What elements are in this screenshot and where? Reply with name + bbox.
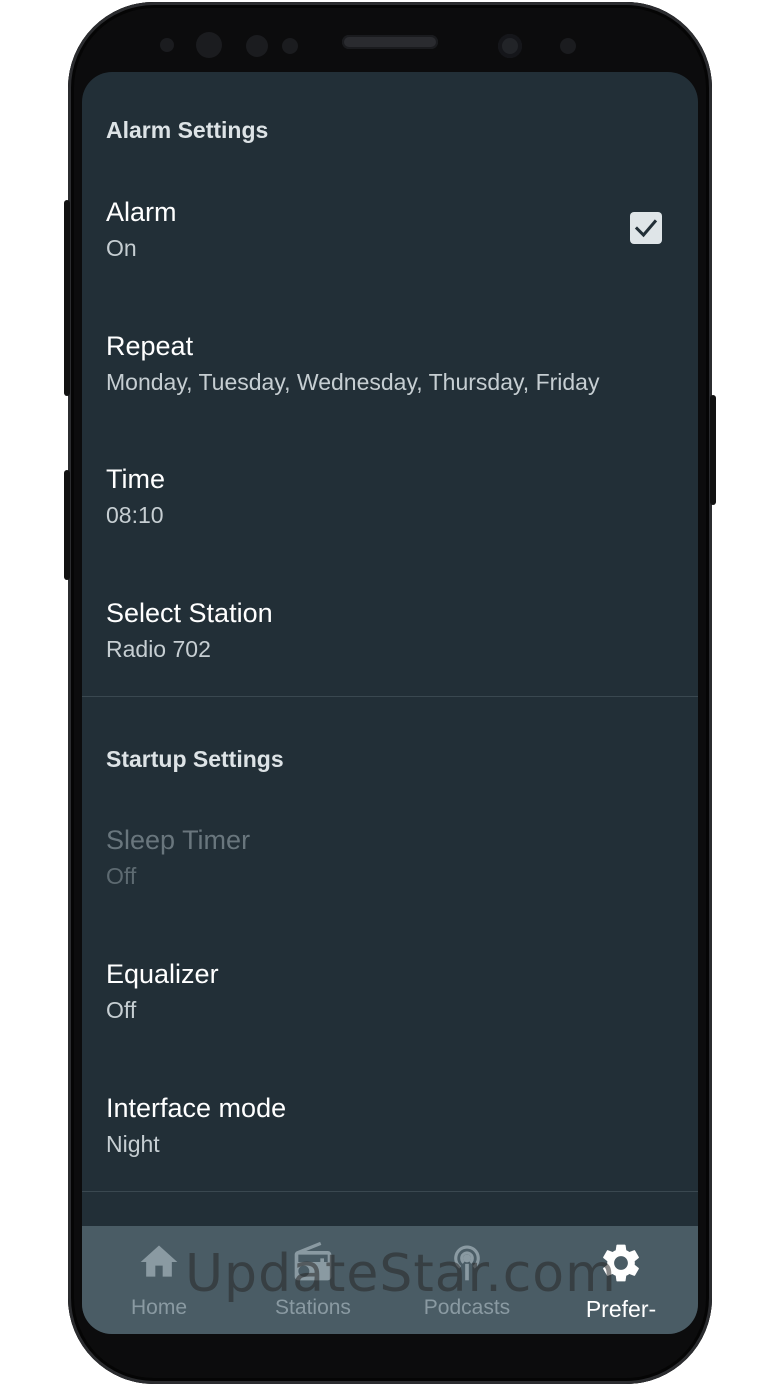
pref-title: Interface mode (106, 1093, 287, 1123)
sensor-dot (196, 32, 222, 58)
home-icon (140, 1245, 178, 1277)
section-divider (82, 696, 698, 697)
pref-summary: 08:10 (106, 502, 164, 528)
pref-title: Time (106, 464, 165, 494)
pref-title: Select Station (106, 598, 273, 628)
sensor-dot (560, 38, 576, 54)
sensor-dot (282, 38, 298, 54)
pref-title: Sleep Timer (106, 825, 251, 855)
sensor-dot (160, 38, 174, 52)
alarm-settings-header: Alarm Settings (106, 117, 269, 143)
sensor-dot (246, 35, 268, 57)
pref-summary: Monday, Tuesday, Wednesday, Thursday, Fr… (106, 369, 600, 395)
checkmark-icon (634, 219, 658, 238)
pref-sleep-timer: Sleep Timer Off (82, 825, 698, 959)
pref-summary: On (106, 235, 137, 261)
pref-interface-mode[interactable]: Interface mode Night (82, 1093, 698, 1227)
pref-alarm[interactable]: Alarm On (82, 197, 698, 331)
pref-summary: Night (106, 1131, 160, 1157)
power-button (710, 395, 716, 505)
pref-equalizer[interactable]: Equalizer Off (82, 959, 698, 1093)
pref-summary: Off (106, 997, 137, 1023)
startup-settings-header: Startup Settings (106, 746, 284, 772)
pref-repeat[interactable]: Repeat Monday, Tuesday, Wednesday, Thurs… (82, 331, 698, 465)
pref-title: Equalizer (106, 959, 219, 989)
pref-title: Alarm (106, 197, 177, 227)
watermark: UpdateStar.com (185, 1244, 617, 1304)
alarm-checkbox[interactable] (630, 212, 662, 244)
volume-button (64, 200, 70, 396)
settings-screen: Alarm Settings Alarm On Repeat Monday, T… (82, 72, 698, 1334)
section-divider (82, 1191, 698, 1192)
pref-summary: Off (106, 863, 137, 889)
front-camera (498, 34, 522, 58)
bixby-button (64, 470, 70, 580)
pref-select-station[interactable]: Select Station Radio 702 (82, 598, 698, 732)
earpiece-speaker (342, 35, 438, 49)
pref-time[interactable]: Time 08:10 (82, 464, 698, 598)
pref-title: Repeat (106, 331, 194, 361)
pref-summary: Radio 702 (106, 636, 211, 662)
